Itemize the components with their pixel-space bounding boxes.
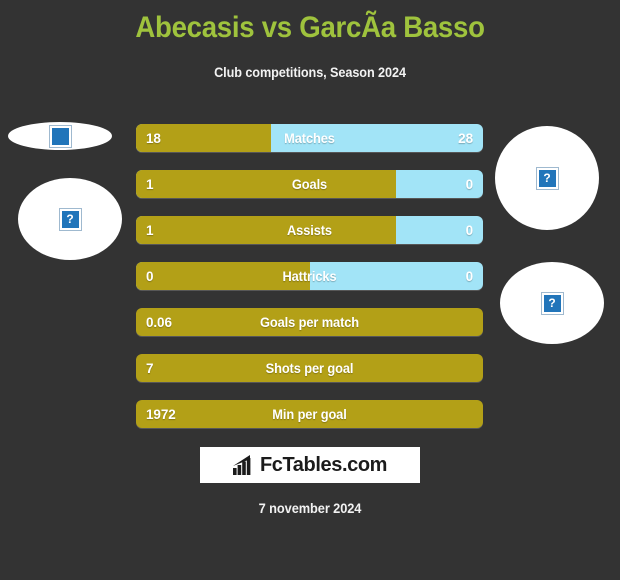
avatar-home-top (8, 122, 112, 150)
bar-chart-arrow-icon (232, 455, 251, 475)
broken-image-placeholder-icon (49, 125, 71, 147)
stat-comparison-list: 18 Matches 28 1 Goals 0 1 Assists 0 0 Hattricks 0 0.… (136, 124, 483, 446)
fctables-logo[interactable]: FcTables.com (200, 447, 420, 483)
broken-image-placeholder-icon: ? (59, 208, 81, 230)
footer-date: 7 november 2024 (258, 501, 362, 516)
stat-label: Shots per goal (265, 360, 354, 376)
stat-row: 7 Shots per goal (136, 354, 483, 382)
stat-row: 0.06 Goals per match (136, 308, 483, 336)
header: Abecasis vs GarcÃ­a Basso Club competiti… (0, 0, 620, 80)
stat-label: Min per goal (272, 406, 347, 422)
stat-label: Hattricks (282, 268, 337, 284)
avatar-away-bottom: ? (500, 262, 604, 344)
stat-row: 1972 Min per goal (136, 400, 483, 428)
stat-row: 1 Assists 0 (136, 216, 483, 244)
avatar-away-main: ? (495, 126, 599, 230)
stat-value-away: 0 (465, 222, 474, 238)
avatar-home-main: ? (18, 178, 122, 260)
broken-image-placeholder-icon: ? (536, 167, 558, 189)
stat-label: Goals per match (259, 314, 360, 330)
stat-value-away: 0 (465, 268, 474, 284)
fctables-logo-text: FcTables.com (259, 453, 388, 476)
stat-label: Goals (291, 176, 328, 192)
stat-row: 18 Matches 28 (136, 124, 483, 152)
stat-label: Matches (284, 130, 335, 146)
stat-row: 1 Goals 0 (136, 170, 483, 198)
broken-image-placeholder-icon: ? (541, 292, 563, 314)
stat-row: 0 Hattricks 0 (136, 262, 483, 290)
page-title: Abecasis vs GarcÃ­a Basso (135, 11, 485, 44)
page-subtitle: Club competitions, Season 2024 (214, 65, 406, 80)
stat-value-away: 28 (458, 130, 473, 146)
stat-label: Assists (287, 222, 332, 238)
stat-value-away: 0 (465, 176, 474, 192)
